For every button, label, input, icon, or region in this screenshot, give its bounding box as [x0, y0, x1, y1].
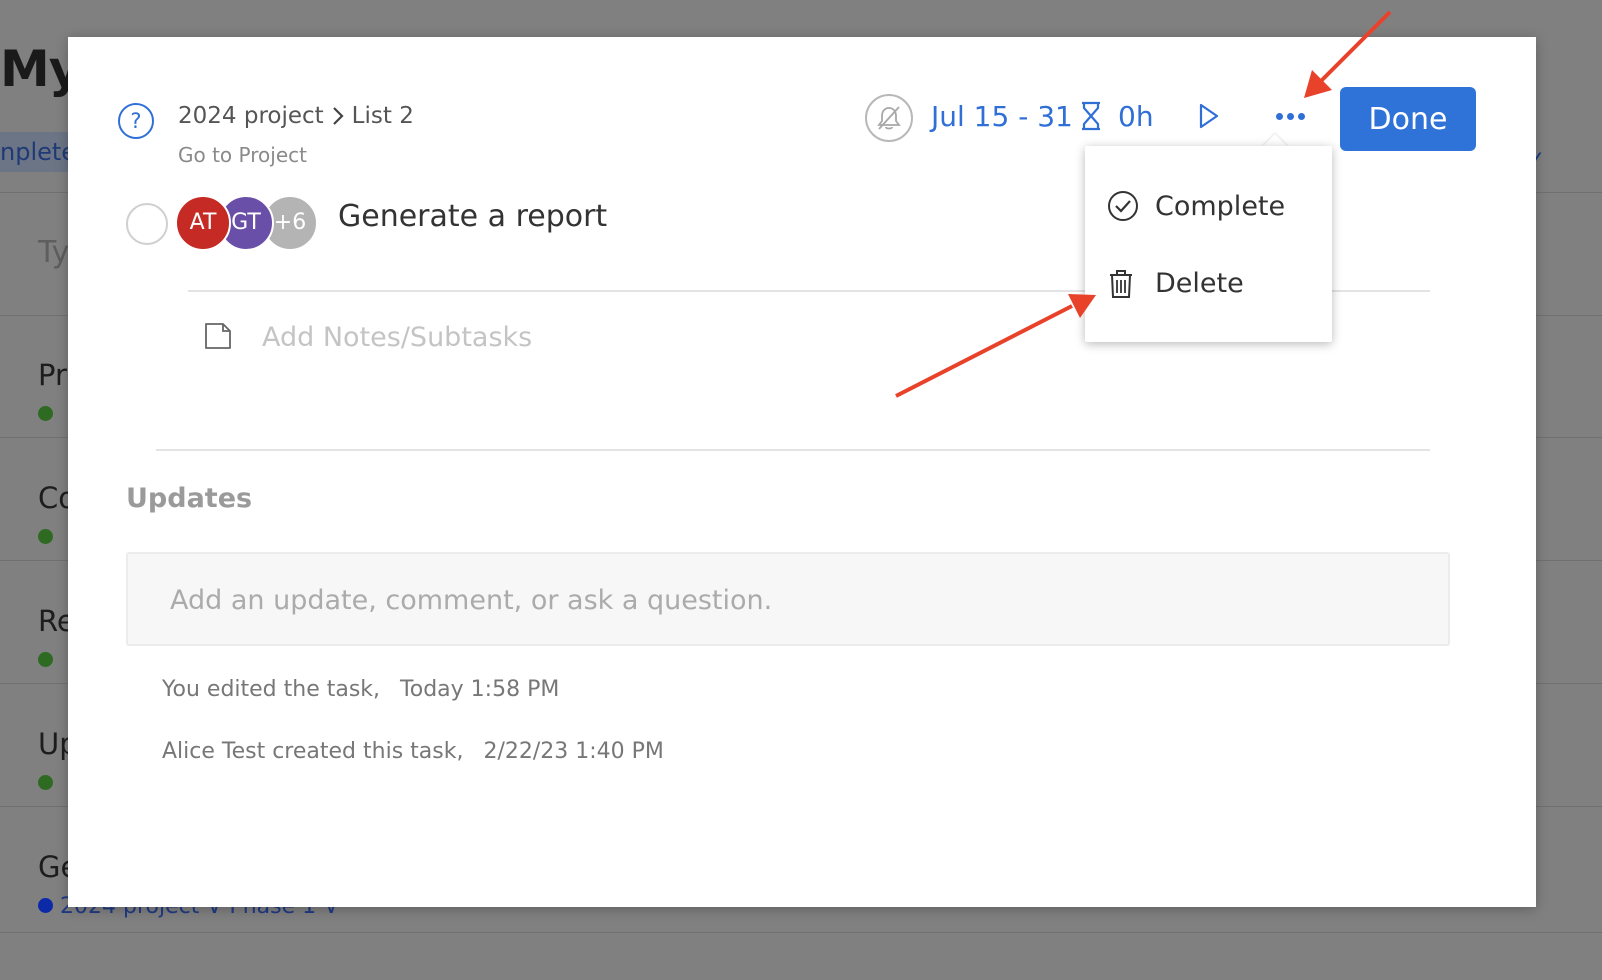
more-options-icon[interactable]	[1268, 99, 1312, 133]
menu-item-delete[interactable]: Delete	[1107, 268, 1244, 299]
divider	[0, 932, 1602, 933]
menu-item-label: Delete	[1155, 268, 1244, 299]
background-task-input[interactable]: Ty	[38, 235, 69, 270]
chevron-right-icon	[332, 106, 344, 126]
activity-entry: You edited the task, Today 1:58 PM	[162, 677, 559, 702]
complete-checkbox[interactable]	[126, 203, 168, 245]
breadcrumb-project[interactable]: 2024 project	[178, 103, 324, 129]
check-circle-icon	[1107, 190, 1141, 222]
activity-entry: Alice Test created this task, 2/22/23 1:4…	[162, 739, 664, 764]
status-dot	[38, 529, 53, 544]
notes-input[interactable]: Add Notes/Subtasks	[262, 322, 532, 353]
menu-item-complete[interactable]: Complete	[1107, 190, 1285, 222]
help-icon[interactable]: ?	[118, 103, 154, 139]
bell-muted-icon[interactable]	[865, 94, 913, 142]
more-options-menu: Complete Delete	[1085, 146, 1332, 342]
breadcrumb: 2024 project List 2	[178, 103, 414, 129]
done-button[interactable]: Done	[1340, 87, 1476, 151]
activity-text: You edited the task,	[162, 677, 381, 702]
tab-completed[interactable]: nplete	[0, 132, 72, 172]
status-dot	[38, 775, 53, 790]
avatar[interactable]: AT	[175, 195, 231, 251]
status-dot	[38, 898, 53, 913]
breadcrumb-list[interactable]: List 2	[352, 103, 414, 129]
status-dot	[38, 406, 53, 421]
updates-heading: Updates	[126, 483, 253, 514]
divider	[156, 449, 1430, 451]
list-item-title[interactable]: Pr	[38, 358, 67, 392]
note-icon	[204, 322, 232, 354]
time-tracked[interactable]: 0h	[1118, 100, 1154, 133]
menu-item-label: Complete	[1155, 190, 1286, 222]
task-title[interactable]: Generate a report	[338, 199, 607, 234]
activity-text: Alice Test created this task,	[162, 739, 464, 764]
trash-icon	[1107, 269, 1141, 299]
play-icon[interactable]	[1198, 103, 1220, 133]
status-dot	[38, 652, 53, 667]
go-to-project-link[interactable]: Go to Project	[178, 143, 307, 167]
activity-time: 2/22/23 1:40 PM	[483, 739, 664, 764]
hourglass-icon[interactable]	[1080, 101, 1102, 135]
update-comment-input[interactable]: Add an update, comment, or ask a questio…	[126, 552, 1450, 646]
activity-time: Today 1:58 PM	[400, 677, 560, 702]
date-range[interactable]: Jul 15 - 31	[931, 100, 1073, 133]
